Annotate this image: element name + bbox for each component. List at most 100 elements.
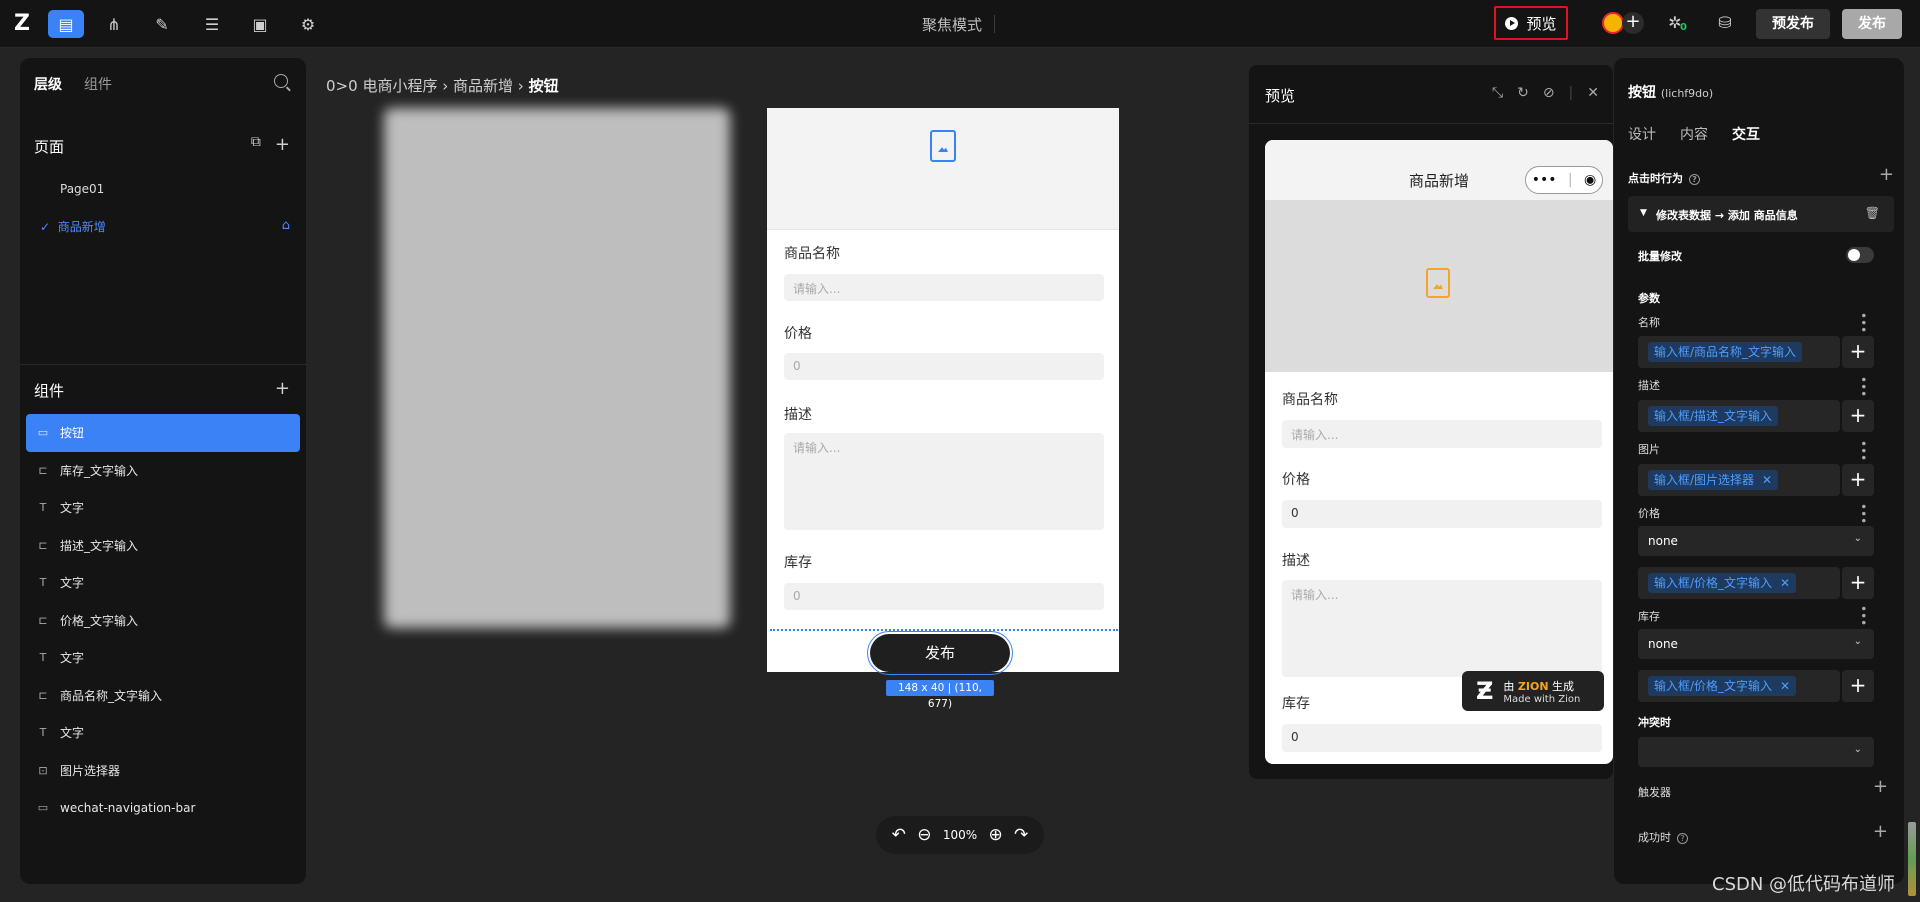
zoom-out-icon[interactable]: ⊖	[917, 825, 931, 845]
stock-input[interactable]: 0	[784, 583, 1104, 610]
zoom-in-icon[interactable]: ⊕	[988, 825, 1002, 845]
price-input[interactable]: 0	[784, 353, 1104, 380]
tree-item-text[interactable]: T 文字	[26, 489, 300, 527]
pages-actions: ⧉ +	[251, 134, 290, 155]
image-binding[interactable]: 输入框/图片选择器 ✕	[1638, 464, 1840, 496]
tab-interaction[interactable]: 交互	[1732, 124, 1760, 144]
remove-icon[interactable]: ✕	[1762, 473, 1772, 487]
data-table-icon[interactable]: ☰	[194, 10, 230, 38]
remove-icon[interactable]: ✕	[1780, 679, 1790, 693]
tab-layers[interactable]: 层级	[34, 74, 62, 94]
add-collaborator-icon[interactable]: +	[1622, 12, 1644, 34]
add-component-icon[interactable]: +	[275, 378, 290, 399]
tab-content[interactable]: 内容	[1680, 124, 1708, 144]
tab-design[interactable]: 设计	[1628, 124, 1656, 144]
tree-item-image-picker[interactable]: ⊡ 图片选择器	[26, 752, 300, 790]
trash-icon[interactable]: 🗑	[1865, 206, 1880, 220]
conflict-select[interactable]: ⌄	[1638, 737, 1874, 767]
breadcrumb-prefix[interactable]: 0>0	[326, 77, 358, 95]
remove-icon[interactable]: ✕	[1780, 576, 1790, 590]
add-binding-icon[interactable]: +	[1842, 336, 1874, 368]
zion-logo-icon[interactable]: Z	[14, 12, 38, 36]
add-folder-icon[interactable]: ⧉	[251, 134, 261, 155]
breadcrumb-app[interactable]: 电商小程序	[362, 77, 437, 95]
tree-item-button[interactable]: ▭ 按钮	[26, 414, 300, 452]
focus-mode-toggle[interactable]: 聚焦模式	[922, 14, 982, 35]
dashboard-icon[interactable]: ▣	[242, 10, 278, 38]
canvas-page[interactable]: 商品名称 请输入... 价格 0 描述 请输入... 库存 0	[767, 108, 1119, 672]
stock-binding[interactable]: 输入框/价格_文字输入 ✕	[1638, 670, 1840, 702]
name-binding[interactable]: 输入框/商品名称_文字输入	[1638, 336, 1840, 368]
preview-desc-input[interactable]: 请输入...	[1282, 580, 1602, 677]
miniprogram-capsule[interactable]: ••• | ◉	[1525, 166, 1603, 194]
collapse-icon[interactable]: ⤡	[1492, 85, 1503, 101]
chevron-down-icon[interactable]: ▼	[1640, 208, 1647, 218]
add-page-icon[interactable]: +	[275, 134, 290, 155]
add-action-icon[interactable]: +	[1879, 164, 1894, 185]
binding-chip[interactable]: 输入框/价格_文字输入 ✕	[1648, 676, 1797, 696]
preview-price-input[interactable]: 0	[1282, 500, 1602, 528]
more-options-icon[interactable]: •••	[1856, 312, 1870, 333]
price-mode-select[interactable]: none ⌄	[1638, 526, 1874, 556]
add-binding-icon[interactable]: +	[1842, 670, 1874, 702]
binding-chip[interactable]: 输入框/价格_文字输入 ✕	[1648, 573, 1797, 593]
image-picker-placeholder[interactable]	[767, 108, 1119, 230]
tab-components[interactable]: 组件	[84, 74, 112, 94]
undo-icon[interactable]: ↶	[892, 825, 906, 845]
tree-item-navbar[interactable]: ▭ wechat-navigation-bar	[26, 789, 300, 827]
tree-item-desc-input[interactable]: ⊏ 描述_文字输入	[26, 527, 300, 565]
preview-stock-input[interactable]: 0	[1282, 724, 1602, 752]
price-binding[interactable]: 输入框/价格_文字输入 ✕	[1638, 567, 1840, 599]
stock-mode-select[interactable]: none ⌄	[1638, 629, 1874, 659]
breadcrumb-page[interactable]: 商品新增	[453, 77, 513, 95]
close-icon[interactable]: ✕	[1587, 85, 1599, 101]
close-miniprogram-icon[interactable]: ◉	[1584, 172, 1596, 188]
tree-item-stock-input[interactable]: ⊏ 库存_文字输入	[26, 452, 300, 490]
more-icon[interactable]: •••	[1532, 172, 1557, 188]
compass-icon[interactable]: ⊘	[1543, 85, 1555, 101]
database-icon[interactable]: ⛁	[1714, 12, 1736, 34]
made-with-zion-badge[interactable]: Ƶ 由 ZION 生成 Made with Zion	[1462, 671, 1604, 711]
binding-chip[interactable]: 输入框/商品名称_文字输入	[1648, 342, 1803, 362]
help-icon[interactable]: ?	[1677, 832, 1688, 844]
add-binding-icon[interactable]: +	[1842, 464, 1874, 496]
gear-icon[interactable]: ⚙	[290, 10, 326, 38]
more-options-icon[interactable]: •••	[1856, 605, 1870, 626]
more-options-icon[interactable]: •••	[1856, 503, 1870, 524]
binding-chip[interactable]: 输入框/描述_文字输入	[1648, 406, 1779, 426]
avatar[interactable]	[1602, 12, 1624, 34]
tree-item-name-input[interactable]: ⊏ 商品名称_文字输入	[26, 677, 300, 715]
preview-image-placeholder[interactable]	[1265, 200, 1613, 372]
preview-name-input[interactable]: 请输入...	[1282, 420, 1602, 448]
pages-layout-icon[interactable]: ▤	[48, 10, 84, 38]
add-trigger-icon[interactable]: +	[1873, 776, 1888, 797]
preview-button[interactable]: 预览	[1494, 6, 1568, 40]
help-icon[interactable]: ?	[1689, 173, 1700, 185]
batch-edit-toggle[interactable]	[1846, 247, 1874, 263]
binding-chip[interactable]: 输入框/图片选择器 ✕	[1648, 470, 1779, 490]
home-icon[interactable]: ⌂	[282, 218, 290, 233]
tree-item-price-input[interactable]: ⊏ 价格_文字输入	[26, 602, 300, 640]
publish-app-button[interactable]: 发布	[1842, 9, 1902, 39]
tree-item-text[interactable]: T 文字	[26, 564, 300, 602]
plugin-icon[interactable]: ✎	[144, 10, 180, 38]
page-item-page01[interactable]: Page01	[60, 182, 104, 196]
description-input[interactable]: 请输入...	[784, 433, 1104, 530]
redo-icon[interactable]: ↷	[1014, 825, 1028, 845]
desc-binding[interactable]: 输入框/描述_文字输入	[1638, 400, 1840, 432]
tree-item-text[interactable]: T 文字	[26, 639, 300, 677]
tree-item-text[interactable]: T 文字	[26, 714, 300, 752]
search-icon[interactable]	[274, 74, 288, 88]
page-item-product-add[interactable]: ✓ 商品新增	[40, 218, 106, 235]
refresh-icon[interactable]: ↻	[1517, 85, 1529, 101]
flow-icon[interactable]: ⋔	[96, 10, 132, 38]
more-options-icon[interactable]: •••	[1856, 376, 1870, 397]
add-binding-icon[interactable]: +	[1842, 400, 1874, 432]
add-success-icon[interactable]: +	[1873, 821, 1888, 842]
add-binding-icon[interactable]: +	[1842, 567, 1874, 599]
more-options-icon[interactable]: •••	[1856, 440, 1870, 461]
action-card[interactable]: ▼ 修改表数据 → 添加 商品信息 🗑	[1628, 196, 1894, 232]
product-name-input[interactable]: 请输入...	[784, 274, 1104, 301]
canvas-publish-button[interactable]: 发布	[867, 631, 1013, 675]
prepublish-button[interactable]: 预发布	[1756, 9, 1830, 39]
